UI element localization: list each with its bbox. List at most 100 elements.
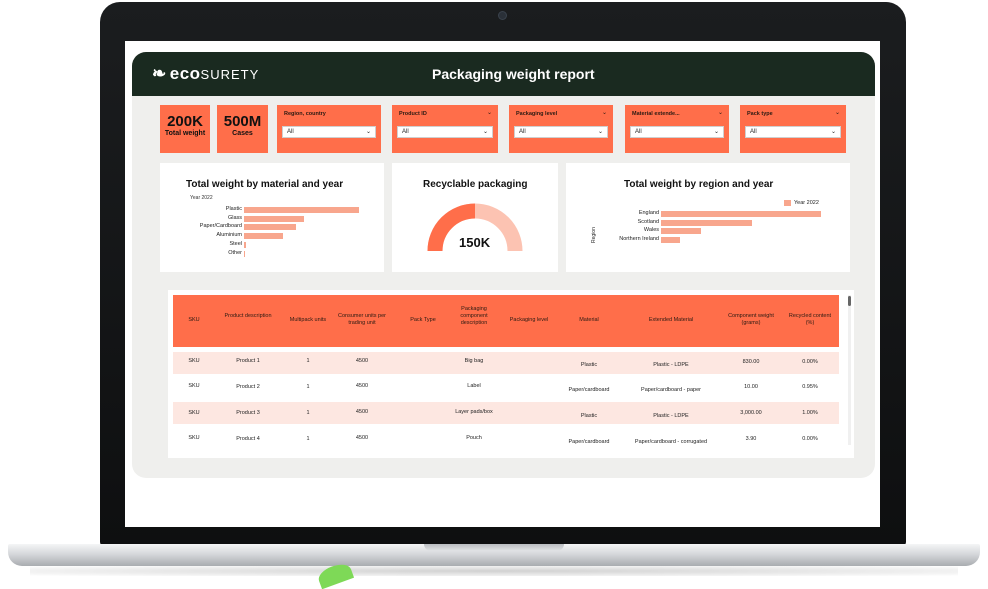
table-header: SKU Product description Multipack units … bbox=[173, 295, 839, 347]
bar-category-label: Scotland bbox=[637, 218, 659, 225]
cell-product: Product 4 bbox=[236, 436, 260, 442]
cell-consumer-units: 4500 bbox=[355, 435, 369, 441]
filter-select[interactable]: All ⌄ bbox=[630, 126, 724, 138]
filter-packaging-level[interactable]: Packaging level ⌄ All ⌄ bbox=[509, 105, 613, 153]
bar-category-label: Other bbox=[228, 249, 242, 256]
filter-select[interactable]: All ⌄ bbox=[514, 126, 608, 138]
chart-bar[interactable] bbox=[244, 250, 246, 257]
chevron-down-icon[interactable]: ⌄ bbox=[835, 109, 840, 116]
filter-label: Product ID bbox=[399, 111, 427, 117]
cell-material: Plastic bbox=[580, 362, 598, 368]
table-row[interactable]: SKU Product 3 1 4500 Layer pads/box Plas… bbox=[173, 402, 839, 424]
filter-label: Packaging level bbox=[516, 111, 558, 117]
chart-bar[interactable] bbox=[244, 224, 296, 231]
legend-swatch bbox=[784, 200, 791, 206]
filter-value: All bbox=[750, 129, 757, 135]
cell-sku: SKU bbox=[188, 358, 200, 364]
column-header: Packaging level bbox=[509, 317, 549, 323]
filter-product-id[interactable]: Product ID ⌄ All ⌄ bbox=[392, 105, 498, 153]
column-header: SKU bbox=[188, 317, 200, 323]
filter-material-extended[interactable]: Material extende... ⌄ All ⌄ bbox=[625, 105, 729, 153]
cell-recycled: 0.00% bbox=[802, 359, 818, 365]
bar-category-label: Steel bbox=[229, 240, 242, 247]
webcam-icon bbox=[499, 12, 506, 19]
chart-bar[interactable] bbox=[661, 211, 821, 217]
chevron-down-icon[interactable]: ⌄ bbox=[718, 109, 723, 116]
laptop-shadow bbox=[30, 566, 958, 576]
filter-pack-type[interactable]: Pack type ⌄ All ⌄ bbox=[740, 105, 846, 153]
kpi-label: Cases bbox=[232, 130, 253, 137]
chart-bar[interactable] bbox=[661, 237, 681, 244]
legend-label: Year 2022 bbox=[794, 200, 819, 206]
cell-sku: SKU bbox=[188, 383, 200, 389]
laptop-screen: ❧ ecoSURETY Packaging weight report 200K … bbox=[125, 41, 880, 527]
cell-product: Product 1 bbox=[236, 358, 260, 364]
chart-bar[interactable] bbox=[244, 207, 359, 213]
bar-category-label: Paper/Cardboard bbox=[199, 223, 242, 230]
kpi-value: 500M bbox=[223, 113, 262, 130]
filter-value: All bbox=[287, 129, 294, 135]
bar-category-label: Glass bbox=[227, 214, 242, 221]
chevron-down-icon[interactable]: ⌄ bbox=[602, 109, 607, 116]
bar-category-label: England bbox=[638, 210, 659, 216]
table-row[interactable]: SKU Product 1 1 4500 Big bag Plastic Pla… bbox=[173, 352, 839, 374]
cell-extended-material: Plastic - LDPE bbox=[653, 362, 689, 368]
filter-value: All bbox=[402, 129, 409, 135]
sku-table: SKU Product description Multipack units … bbox=[168, 290, 854, 458]
chart-subtitle: Year 2022 bbox=[190, 195, 213, 201]
report-header: ❧ ecoSURETY Packaging weight report bbox=[132, 52, 875, 96]
chevron-down-icon: ⌄ bbox=[482, 129, 488, 135]
cell-multipack: 1 bbox=[306, 358, 310, 364]
cell-component: Pouch bbox=[466, 435, 482, 441]
cell-extended-material: Paper/cardboard - paper bbox=[641, 387, 701, 393]
table-row[interactable]: SKU Product 4 1 4500 Pouch Paper/cardboa… bbox=[173, 428, 839, 450]
chevron-down-icon: ⌄ bbox=[365, 129, 371, 135]
table-row[interactable]: SKU Product 2 1 4500 Label Paper/cardboa… bbox=[173, 376, 839, 398]
cell-recycled: 0.95% bbox=[802, 384, 818, 390]
filter-value: All bbox=[635, 129, 642, 135]
chart-bar[interactable] bbox=[244, 241, 247, 248]
chart-bar[interactable] bbox=[244, 233, 284, 240]
cell-material: Plastic bbox=[580, 413, 598, 419]
cell-product: Product 2 bbox=[236, 384, 260, 390]
cell-weight: 3.90 bbox=[745, 436, 757, 442]
cell-weight: 10.00 bbox=[744, 384, 758, 390]
chart-title: Total weight by material and year bbox=[186, 179, 344, 190]
table-scrollbar[interactable] bbox=[848, 295, 851, 445]
filter-select[interactable]: All ⌄ bbox=[282, 126, 376, 138]
chevron-down-icon: ⌄ bbox=[713, 129, 719, 135]
cell-component: Big bag bbox=[464, 358, 484, 364]
chart-bar[interactable] bbox=[661, 219, 753, 226]
filter-select[interactable]: All ⌄ bbox=[397, 126, 493, 138]
logo-text-bold: eco bbox=[169, 64, 201, 83]
page-title: Packaging weight report bbox=[432, 66, 595, 82]
cell-consumer-units: 4500 bbox=[355, 358, 369, 364]
cell-multipack: 1 bbox=[306, 436, 310, 442]
cell-weight: 830.00 bbox=[742, 359, 760, 365]
bar-category-label: Northern Ireland bbox=[619, 236, 659, 243]
filter-value: All bbox=[519, 129, 526, 135]
column-header: Product description bbox=[224, 313, 272, 319]
gauge-value: 150K bbox=[459, 235, 491, 250]
filter-label: Pack type bbox=[747, 111, 773, 117]
bar-category-label: Wales bbox=[643, 227, 659, 234]
ecosurety-mark-icon: ❧ bbox=[152, 64, 167, 83]
cell-extended-material: Plastic - LDPE bbox=[653, 413, 689, 419]
chart-bar[interactable] bbox=[244, 215, 304, 222]
recyclable-gauge bbox=[427, 203, 523, 252]
column-header: Component weight (grams) bbox=[728, 313, 774, 326]
filter-select[interactable]: All ⌄ bbox=[745, 126, 841, 138]
cell-multipack: 1 bbox=[306, 384, 310, 390]
cell-weight: 3,000.00 bbox=[740, 410, 762, 416]
kpi-label: Total weight bbox=[164, 130, 206, 137]
column-header: Consumer units per trading unit bbox=[338, 313, 386, 326]
scrollbar-thumb[interactable] bbox=[848, 296, 851, 306]
cell-recycled: 1.00% bbox=[802, 410, 818, 416]
chart-bar[interactable] bbox=[661, 228, 701, 235]
ecosurety-logo: ❧ ecoSURETY bbox=[152, 64, 259, 84]
cell-material: Paper/cardboard bbox=[568, 439, 610, 445]
dashboard: ❧ ecoSURETY Packaging weight report 200K … bbox=[132, 52, 875, 478]
filter-region[interactable]: Region, country All ⌄ bbox=[277, 105, 381, 153]
chevron-down-icon[interactable]: ⌄ bbox=[487, 109, 492, 116]
column-header: Material bbox=[579, 317, 599, 323]
